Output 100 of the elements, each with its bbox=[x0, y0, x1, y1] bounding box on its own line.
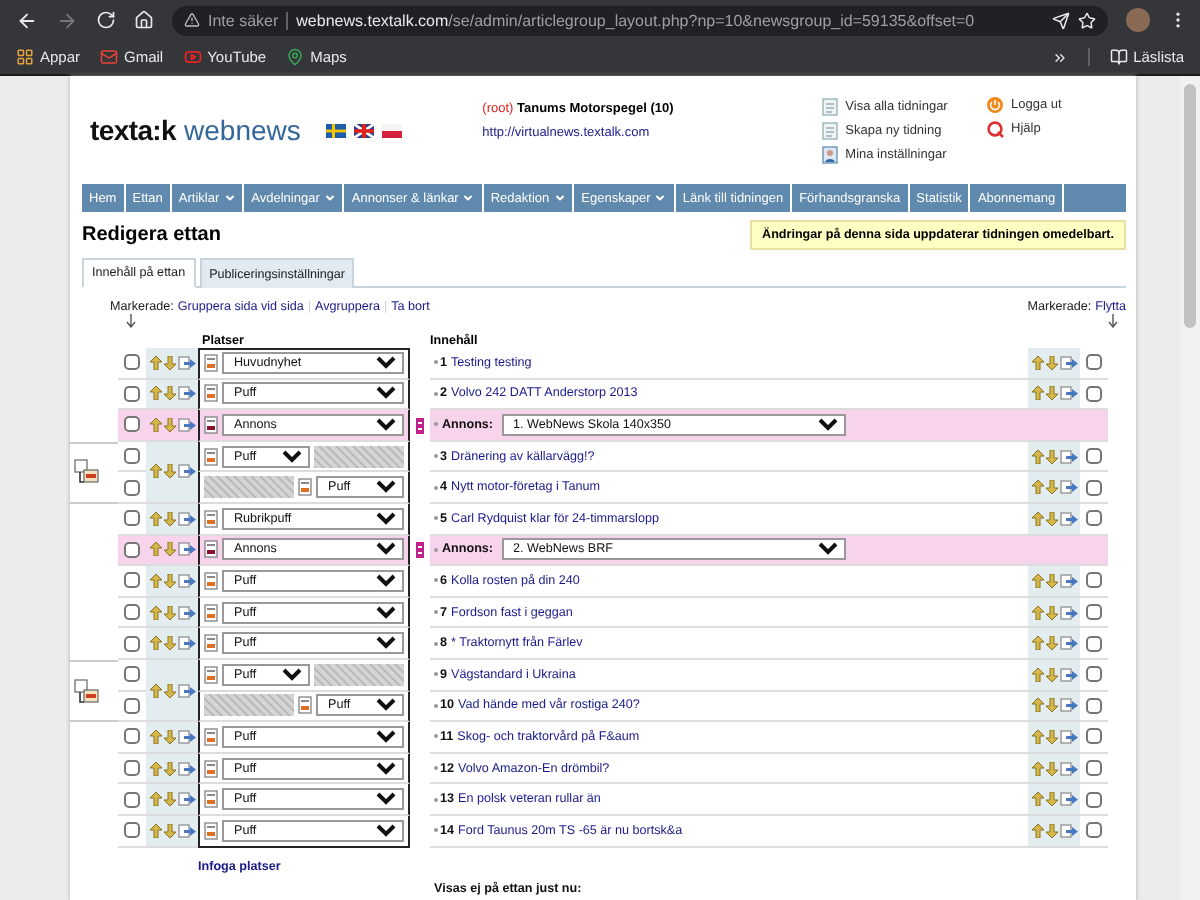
down-arrow-icon[interactable] bbox=[163, 605, 175, 620]
flag-icon[interactable] bbox=[326, 123, 347, 137]
up-arrow-icon[interactable] bbox=[149, 355, 161, 370]
down-arrow-icon[interactable] bbox=[1045, 698, 1057, 713]
row-checkbox[interactable] bbox=[124, 760, 140, 777]
up-arrow-icon[interactable] bbox=[149, 636, 161, 651]
flag-icon[interactable] bbox=[354, 123, 375, 137]
document-arrow-icon[interactable] bbox=[1059, 636, 1077, 651]
document-arrow-icon[interactable] bbox=[177, 605, 195, 620]
document-arrow-icon[interactable] bbox=[177, 761, 195, 776]
down-arrow-icon[interactable] bbox=[1045, 573, 1057, 588]
row-checkbox[interactable] bbox=[124, 479, 140, 496]
document-arrow-icon[interactable] bbox=[1059, 480, 1077, 495]
row-checkbox[interactable] bbox=[124, 448, 140, 465]
document-arrow-icon[interactable] bbox=[177, 386, 195, 401]
document-arrow-icon[interactable] bbox=[177, 511, 195, 526]
down-arrow-icon[interactable] bbox=[163, 417, 175, 432]
row-checkbox[interactable] bbox=[1086, 354, 1102, 371]
up-arrow-icon[interactable] bbox=[149, 542, 161, 557]
row-checkbox[interactable] bbox=[124, 510, 140, 527]
avatar[interactable] bbox=[1126, 8, 1150, 32]
down-arrow-icon[interactable] bbox=[163, 573, 175, 588]
row-checkbox[interactable] bbox=[1086, 479, 1102, 496]
row-checkbox[interactable] bbox=[124, 385, 140, 402]
up-arrow-icon[interactable] bbox=[1031, 605, 1043, 620]
forward-icon[interactable] bbox=[56, 9, 78, 31]
back-icon[interactable] bbox=[16, 9, 38, 31]
up-arrow-icon[interactable] bbox=[149, 573, 161, 588]
up-arrow-icon[interactable] bbox=[149, 761, 161, 776]
up-arrow-icon[interactable] bbox=[1031, 667, 1043, 682]
up-arrow-icon[interactable] bbox=[149, 511, 161, 526]
down-arrow-icon[interactable] bbox=[163, 823, 175, 838]
up-arrow-icon[interactable] bbox=[1031, 573, 1043, 588]
document-arrow-icon[interactable] bbox=[1059, 511, 1077, 526]
down-arrow-icon[interactable] bbox=[1045, 386, 1057, 401]
down-arrow-icon[interactable] bbox=[1045, 480, 1057, 495]
row-checkbox[interactable] bbox=[124, 666, 140, 683]
up-arrow-icon[interactable] bbox=[1031, 729, 1043, 744]
up-arrow-icon[interactable] bbox=[1031, 823, 1043, 838]
up-arrow-icon[interactable] bbox=[149, 792, 161, 807]
down-arrow-icon[interactable] bbox=[163, 464, 175, 479]
row-checkbox[interactable] bbox=[1086, 572, 1102, 589]
row-checkbox[interactable] bbox=[1086, 697, 1102, 714]
down-arrow-icon[interactable] bbox=[163, 636, 175, 651]
down-arrow-icon[interactable] bbox=[1045, 792, 1057, 807]
down-arrow-icon[interactable] bbox=[163, 511, 175, 526]
scrollbar-thumb[interactable] bbox=[1184, 84, 1196, 328]
row-checkbox[interactable] bbox=[124, 572, 140, 589]
document-arrow-icon[interactable] bbox=[177, 417, 195, 432]
row-checkbox[interactable] bbox=[124, 541, 140, 558]
down-arrow-icon[interactable] bbox=[163, 355, 175, 370]
send-icon[interactable] bbox=[1052, 11, 1070, 29]
row-checkbox[interactable] bbox=[124, 822, 140, 839]
row-checkbox[interactable] bbox=[1086, 448, 1102, 465]
down-arrow-icon[interactable] bbox=[1045, 636, 1057, 651]
row-checkbox[interactable] bbox=[124, 354, 140, 371]
document-arrow-icon[interactable] bbox=[1059, 386, 1077, 401]
document-arrow-icon[interactable] bbox=[1059, 792, 1077, 807]
down-arrow-icon[interactable] bbox=[1045, 511, 1057, 526]
down-arrow-icon[interactable] bbox=[1045, 667, 1057, 682]
document-arrow-icon[interactable] bbox=[1059, 729, 1077, 744]
up-arrow-icon[interactable] bbox=[149, 417, 161, 432]
document-arrow-icon[interactable] bbox=[177, 542, 195, 557]
document-arrow-icon[interactable] bbox=[1059, 823, 1077, 838]
document-arrow-icon[interactable] bbox=[1059, 355, 1077, 370]
down-arrow-icon[interactable] bbox=[1045, 729, 1057, 744]
up-arrow-icon[interactable] bbox=[149, 464, 161, 479]
document-arrow-icon[interactable] bbox=[1059, 449, 1077, 464]
row-checkbox[interactable] bbox=[1086, 822, 1102, 839]
row-checkbox[interactable] bbox=[124, 604, 140, 621]
flag-icon[interactable] bbox=[382, 123, 403, 137]
up-arrow-icon[interactable] bbox=[1031, 761, 1043, 776]
document-arrow-icon[interactable] bbox=[1059, 698, 1077, 713]
document-arrow-icon[interactable] bbox=[177, 464, 195, 479]
home-icon[interactable] bbox=[134, 10, 154, 30]
up-arrow-icon[interactable] bbox=[149, 683, 161, 698]
down-arrow-icon[interactable] bbox=[1045, 605, 1057, 620]
document-arrow-icon[interactable] bbox=[1059, 605, 1077, 620]
down-arrow-icon[interactable] bbox=[163, 729, 175, 744]
down-arrow-icon[interactable] bbox=[163, 542, 175, 557]
document-arrow-icon[interactable] bbox=[177, 573, 195, 588]
row-checkbox[interactable] bbox=[124, 791, 140, 808]
row-checkbox[interactable] bbox=[124, 697, 140, 714]
up-arrow-icon[interactable] bbox=[149, 386, 161, 401]
up-arrow-icon[interactable] bbox=[1031, 792, 1043, 807]
document-arrow-icon[interactable] bbox=[177, 792, 195, 807]
document-arrow-icon[interactable] bbox=[1059, 573, 1077, 588]
up-arrow-icon[interactable] bbox=[1031, 449, 1043, 464]
document-arrow-icon[interactable] bbox=[177, 683, 195, 698]
down-arrow-icon[interactable] bbox=[163, 761, 175, 776]
document-arrow-icon[interactable] bbox=[177, 636, 195, 651]
up-arrow-icon[interactable] bbox=[149, 605, 161, 620]
row-checkbox[interactable] bbox=[1086, 760, 1102, 777]
row-checkbox[interactable] bbox=[124, 635, 140, 652]
row-checkbox[interactable] bbox=[124, 728, 140, 745]
down-arrow-icon[interactable] bbox=[163, 386, 175, 401]
row-checkbox[interactable] bbox=[1086, 728, 1102, 745]
document-arrow-icon[interactable] bbox=[1059, 761, 1077, 776]
down-arrow-icon[interactable] bbox=[1045, 355, 1057, 370]
row-checkbox[interactable] bbox=[1086, 604, 1102, 621]
